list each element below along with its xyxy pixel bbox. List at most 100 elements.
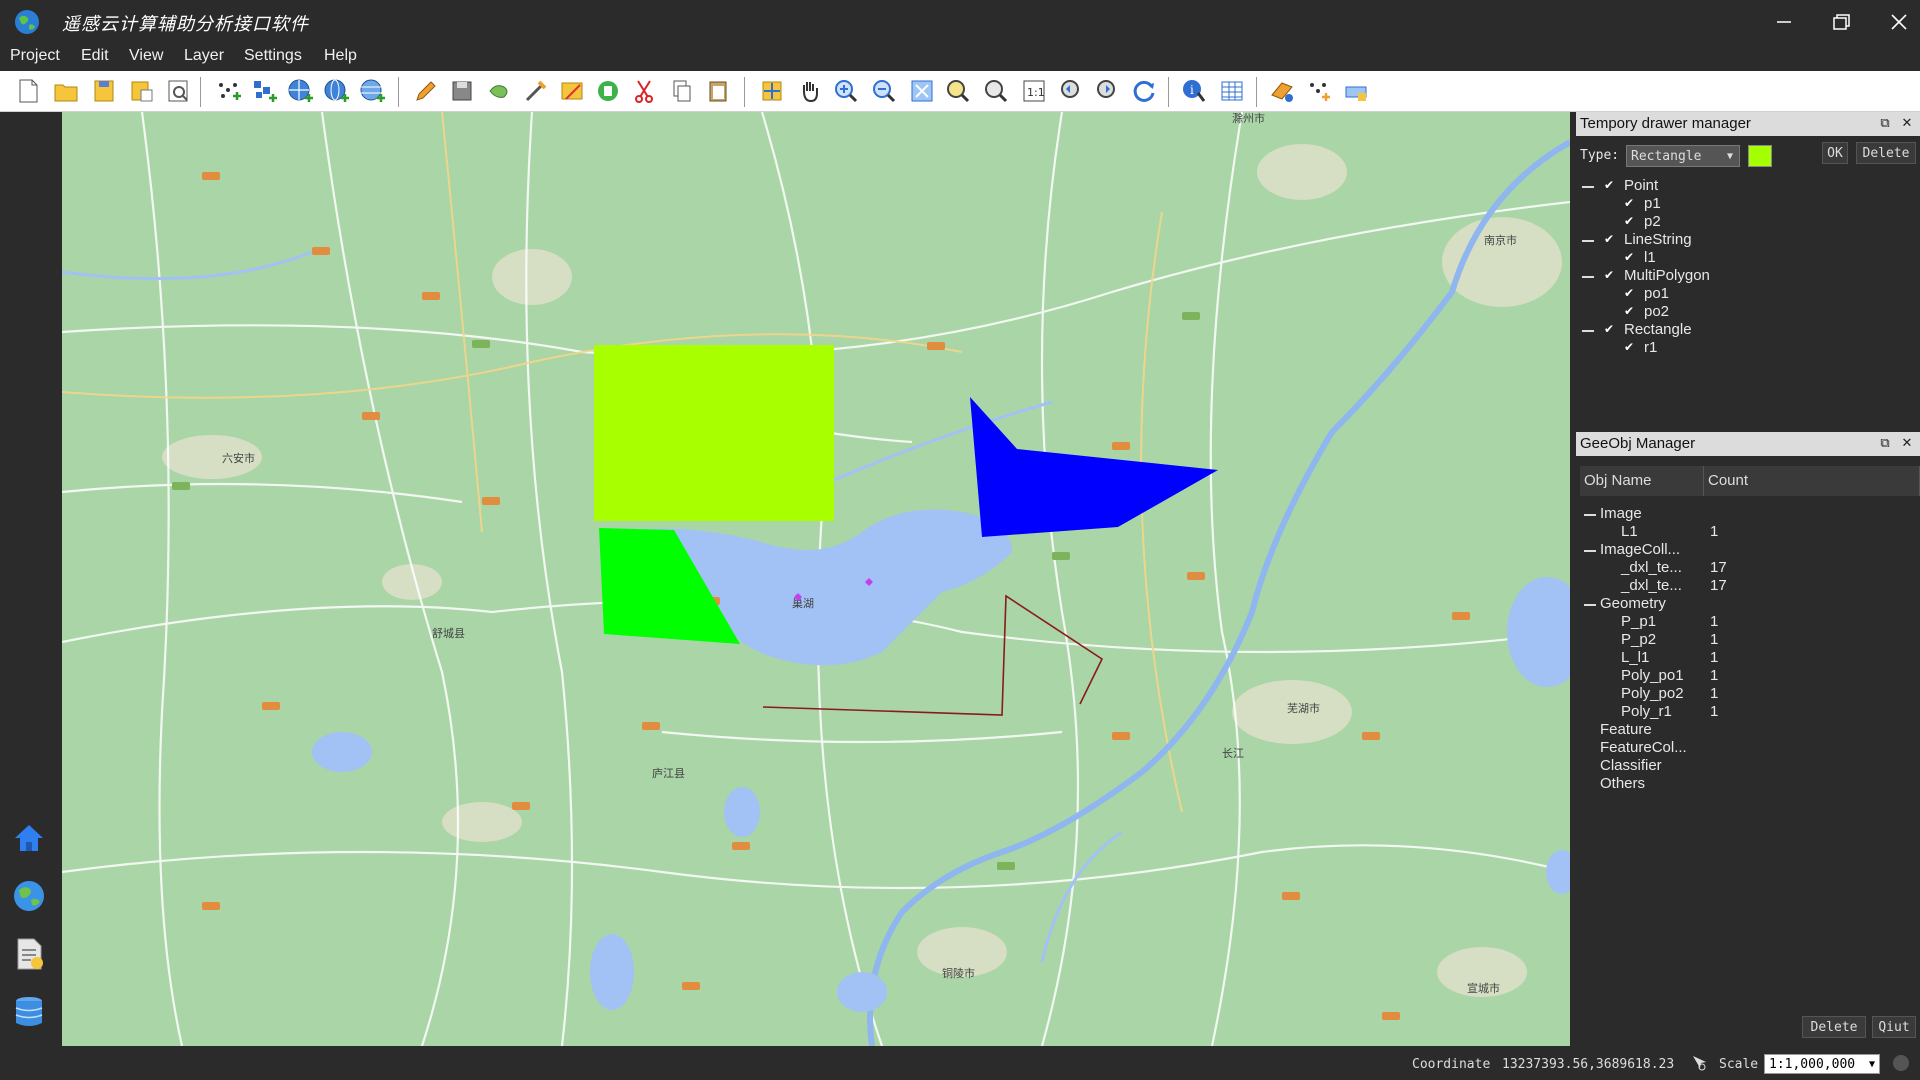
- geeobj-name: Poly_r1: [1621, 703, 1672, 720]
- scale-label: Scale: [1719, 1057, 1759, 1072]
- menu-edit[interactable]: Edit: [81, 47, 109, 65]
- geeobj-count: 1: [1710, 667, 1719, 684]
- select-points-icon[interactable]: [1304, 77, 1332, 105]
- pan-hand-icon[interactable]: [796, 77, 824, 105]
- edit-pencil-icon[interactable]: [412, 77, 440, 105]
- zoom-to-selection-icon[interactable]: [944, 77, 972, 105]
- database-icon[interactable]: [11, 994, 47, 1030]
- add-point-layer-icon[interactable]: [214, 77, 242, 105]
- title-bar: 遥感云计算辅助分析接口软件: [0, 0, 1920, 44]
- pan-to-selection-icon[interactable]: [758, 77, 786, 105]
- geeobj-row[interactable]: Others: [1580, 774, 1916, 796]
- collapse-icon[interactable]: [1582, 330, 1594, 332]
- map-canvas[interactable]: 六安市 南京市 芜湖市 铜陵市 宣城市 滁州市 巢湖 长江 庐江县 舒城县: [62, 112, 1570, 1046]
- scale-combobox[interactable]: 1:1,000,000 ▼: [1764, 1054, 1880, 1074]
- tree-item-label: p2: [1644, 213, 1661, 230]
- attribute-table-icon[interactable]: [1218, 77, 1246, 105]
- geeobj-manager-header: GeeObj Manager ⧉ ✕: [1576, 432, 1920, 456]
- checkbox-checked-icon[interactable]: ✔: [1624, 196, 1634, 210]
- save-icon[interactable]: [90, 77, 118, 105]
- zoom-last-icon[interactable]: [1058, 77, 1086, 105]
- geeobj-manager-panel: GeeObj Manager ⧉ ✕ Obj Name Count Image L…: [1576, 432, 1920, 1046]
- refresh-icon[interactable]: [1130, 77, 1158, 105]
- menu-help[interactable]: Help: [324, 47, 357, 65]
- add-feature-icon[interactable]: [486, 77, 514, 105]
- zoom-to-layer-icon[interactable]: [982, 77, 1010, 105]
- checkbox-checked-icon[interactable]: ✔: [1604, 178, 1614, 192]
- save-edits-icon[interactable]: [448, 77, 476, 105]
- menu-project[interactable]: Project: [10, 47, 60, 65]
- restore-button[interactable]: [1826, 8, 1856, 36]
- tree-item-r1[interactable]: ✔ r1: [1576, 338, 1916, 360]
- checkbox-checked-icon[interactable]: ✔: [1604, 322, 1614, 336]
- col-obj-name[interactable]: Obj Name: [1580, 466, 1704, 496]
- close-panel-icon[interactable]: ✕: [1898, 434, 1916, 452]
- delete-drawn-button[interactable]: Delete: [1856, 142, 1916, 164]
- toolbar-separator: [744, 77, 745, 107]
- checkbox-checked-icon[interactable]: ✔: [1624, 286, 1634, 300]
- float-panel-icon[interactable]: ⧉: [1876, 434, 1894, 452]
- map-svg[interactable]: 六安市 南京市 芜湖市 铜陵市 宣城市 滁州市 巢湖 长江 庐江县 舒城县: [62, 112, 1570, 1046]
- message-icon[interactable]: [1892, 1054, 1910, 1072]
- collapse-icon[interactable]: [1584, 550, 1596, 552]
- coordinate-value: 13237393.56,3689618.23: [1502, 1057, 1675, 1072]
- type-select[interactable]: Rectangle ▼: [1626, 145, 1740, 167]
- print-preview-icon[interactable]: [164, 77, 192, 105]
- lake: [724, 787, 760, 837]
- zoom-out-icon[interactable]: [870, 77, 898, 105]
- zoom-next-icon[interactable]: [1094, 77, 1122, 105]
- close-window-button[interactable]: [1884, 8, 1914, 36]
- checkbox-checked-icon[interactable]: ✔: [1624, 304, 1634, 318]
- left-sidebar: [0, 112, 62, 1046]
- toolbar-separator: [200, 77, 201, 107]
- checkbox-checked-icon[interactable]: ✔: [1624, 340, 1634, 354]
- float-panel-icon[interactable]: ⧉: [1876, 114, 1894, 132]
- checkbox-checked-icon[interactable]: ✔: [1624, 250, 1634, 264]
- zoom-native-icon[interactable]: 1:1: [1020, 77, 1048, 105]
- menu-view[interactable]: View: [129, 47, 163, 65]
- save-as-icon[interactable]: [128, 77, 156, 105]
- globe-icon[interactable]: [11, 878, 47, 914]
- geeobj-table-header: Obj Name Count: [1580, 466, 1920, 496]
- layer-props-icon[interactable]: [1268, 77, 1296, 105]
- attribute-edit-icon[interactable]: [558, 77, 586, 105]
- add-wcs-layer-icon[interactable]: [358, 77, 386, 105]
- copy-icon[interactable]: [668, 77, 696, 105]
- zoom-full-icon[interactable]: [908, 77, 936, 105]
- cut-icon[interactable]: [630, 77, 658, 105]
- identify-icon[interactable]: i: [1180, 77, 1208, 105]
- collapse-icon[interactable]: [1584, 604, 1596, 606]
- tree-group-label: MultiPolygon: [1624, 267, 1710, 284]
- home-icon[interactable]: [11, 820, 47, 856]
- close-panel-icon[interactable]: ✕: [1898, 114, 1916, 132]
- menu-layer[interactable]: Layer: [184, 47, 224, 65]
- render-toggle-icon[interactable]: [1690, 1054, 1708, 1072]
- delete-feature-icon[interactable]: [594, 77, 622, 105]
- draw-color-swatch[interactable]: [1748, 145, 1772, 167]
- collapse-icon[interactable]: [1582, 276, 1594, 278]
- geeobj-delete-button[interactable]: Delete: [1802, 1016, 1866, 1038]
- col-count[interactable]: Count: [1704, 466, 1920, 496]
- geeobj-quit-button[interactable]: Qiut: [1872, 1016, 1916, 1038]
- add-wms-layer-icon[interactable]: [286, 77, 314, 105]
- collapse-icon[interactable]: [1582, 240, 1594, 242]
- checkbox-checked-icon[interactable]: ✔: [1604, 268, 1614, 282]
- minimize-button[interactable]: [1768, 8, 1798, 36]
- document-python-icon[interactable]: [11, 936, 47, 972]
- collapse-icon[interactable]: [1584, 514, 1596, 516]
- zoom-in-icon[interactable]: [832, 77, 860, 105]
- paste-icon[interactable]: [704, 77, 732, 105]
- ok-button[interactable]: OK: [1822, 142, 1848, 164]
- new-file-icon[interactable]: [14, 77, 42, 105]
- add-raster-layer-icon[interactable]: [250, 77, 278, 105]
- map-label-lujiang: 庐江县: [652, 766, 685, 780]
- node-tool-icon[interactable]: [522, 77, 550, 105]
- rectangle-r1[interactable]: [594, 345, 834, 521]
- open-folder-icon[interactable]: [52, 77, 80, 105]
- add-wfs-layer-icon[interactable]: [322, 77, 350, 105]
- collapse-icon[interactable]: [1582, 186, 1594, 188]
- checkbox-checked-icon[interactable]: ✔: [1604, 232, 1614, 246]
- menu-settings[interactable]: Settings: [244, 47, 302, 65]
- measure-icon[interactable]: [1342, 77, 1370, 105]
- checkbox-checked-icon[interactable]: ✔: [1624, 214, 1634, 228]
